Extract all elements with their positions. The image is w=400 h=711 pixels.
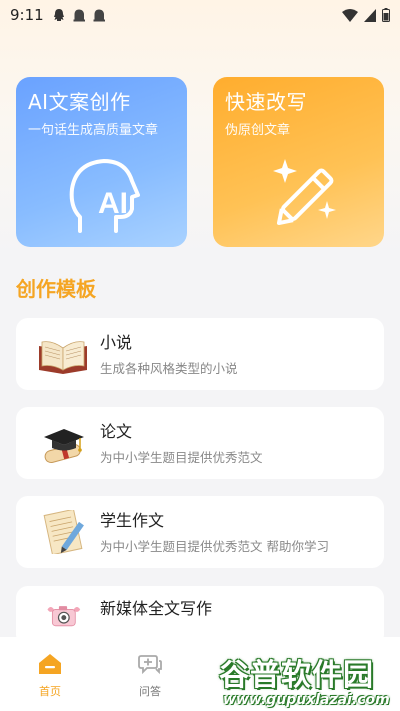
status-time: 9:11 xyxy=(10,6,44,24)
template-desc: 生成各种风格类型的小说 xyxy=(100,360,238,376)
watermark-title: 谷普软件园 xyxy=(219,658,374,693)
feature-subtitle: 一句话生成高质量文章 xyxy=(28,123,159,138)
home-icon xyxy=(39,654,61,674)
chat-icon xyxy=(138,655,162,675)
template-name: 小说 xyxy=(100,332,133,352)
watermark: 谷普软件园 www.gupuxlazai.com xyxy=(215,650,400,711)
battery-icon xyxy=(382,8,390,22)
template-name: 学生作文 xyxy=(100,510,165,530)
template-item-thesis[interactable]: 论文 为中小学生题目提供优秀范文 xyxy=(16,407,384,479)
feature-subtitle: 伪原创文章 xyxy=(225,123,291,138)
ai-head-icon: AI xyxy=(69,159,140,233)
nav-label: 首页 xyxy=(39,685,61,698)
app-screen: 9:11 AI文案创作 一句话生成高质量文章 AI 快速改写 伪原创文章 创作模… xyxy=(0,0,400,711)
qq-icon xyxy=(53,8,64,21)
feature-title: 快速改写 xyxy=(225,90,307,114)
graduation-cap-icon xyxy=(44,429,84,464)
feature-title: AI文案创作 xyxy=(28,90,131,114)
template-desc: 为中小学生题目提供优秀范文 帮助你学习 xyxy=(100,538,329,554)
template-desc: 为中小学生题目提供优秀范文 xyxy=(100,449,263,465)
template-item-novel[interactable]: 小说 生成各种风格类型的小说 xyxy=(16,318,384,390)
magic-pencil-icon xyxy=(273,159,336,226)
paper-pen-icon xyxy=(43,510,84,554)
nav-item-home[interactable]: 首页 xyxy=(0,637,100,711)
nav-label: 问答 xyxy=(139,685,161,698)
wifi-icon xyxy=(342,8,358,22)
section-title: 创作模板 xyxy=(16,277,96,301)
ghost-icon xyxy=(73,9,85,21)
template-name: 论文 xyxy=(100,421,133,441)
svg-text:AI: AI xyxy=(98,187,128,220)
nav-item-qa[interactable]: 问答 xyxy=(100,637,200,711)
ai-writing-card[interactable]: AI文案创作 一句话生成高质量文章 AI xyxy=(16,77,187,247)
status-bar: 9:11 xyxy=(0,0,400,30)
quick-rewrite-card[interactable]: 快速改写 伪原创文章 xyxy=(213,77,384,247)
watermark-url: www.gupuxlazai.com xyxy=(223,692,390,708)
template-name: 新媒体全文写作 xyxy=(100,599,213,618)
open-book-icon xyxy=(39,341,87,374)
ghost-icon xyxy=(93,9,105,21)
template-item-essay[interactable]: 学生作文 为中小学生题目提供优秀范文 帮助你学习 xyxy=(16,496,384,568)
camera-icon xyxy=(47,606,81,627)
signal-icon xyxy=(364,8,376,22)
